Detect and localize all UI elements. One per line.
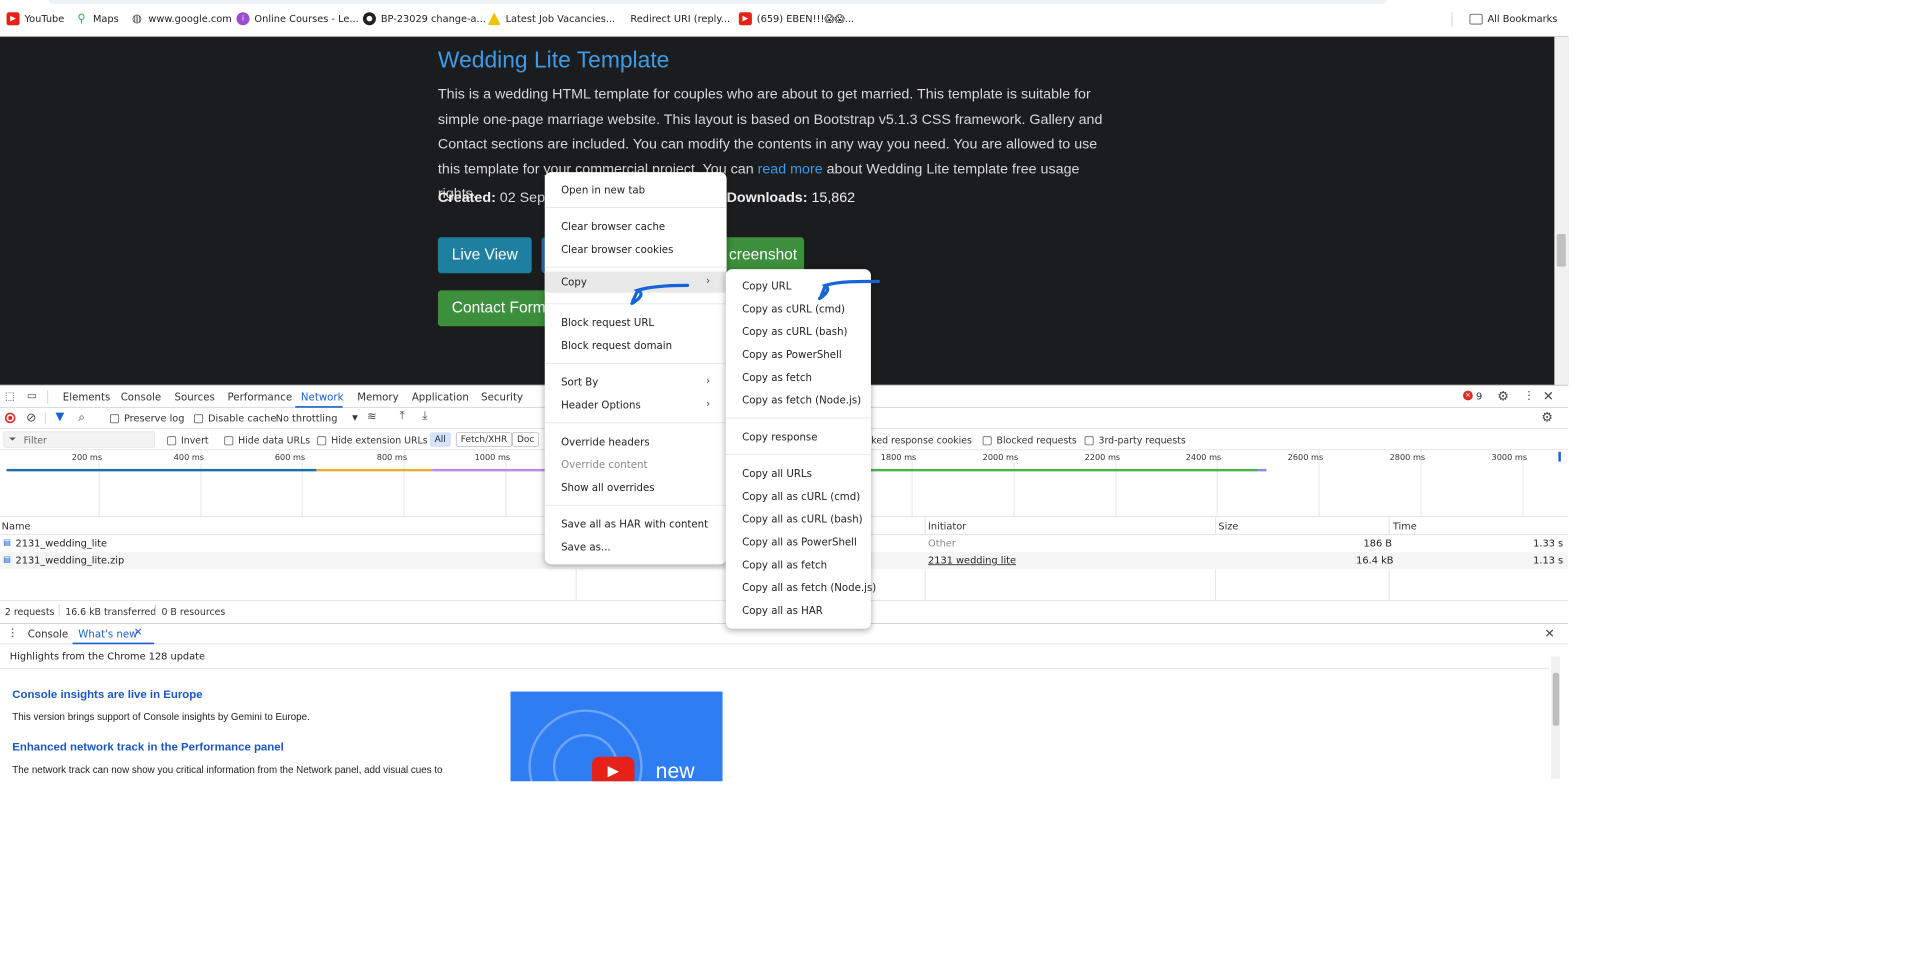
annotation-arrows	[630, 279, 880, 305]
arrow-to-copy-icon	[630, 283, 690, 305]
arrow-to-copy-url-icon	[817, 279, 880, 301]
